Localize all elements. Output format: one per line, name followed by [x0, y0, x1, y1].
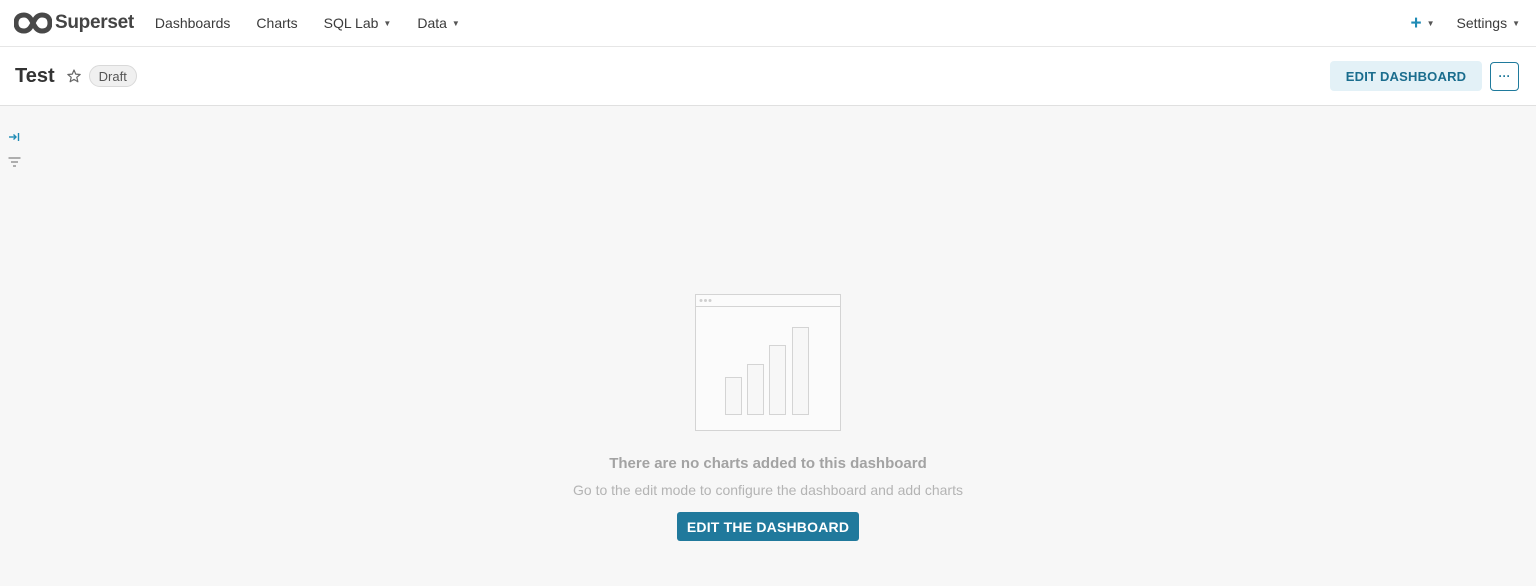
nav-item-label: Data	[417, 15, 447, 31]
settings-label: Settings	[1456, 15, 1508, 31]
brand-logo-link[interactable]: Superset	[14, 12, 134, 34]
status-badge[interactable]: Draft	[88, 65, 137, 87]
header-actions: EDIT DASHBOARD ···	[1330, 61, 1519, 91]
more-options-button[interactable]: ···	[1490, 61, 1519, 91]
filter-icon[interactable]	[8, 156, 21, 168]
star-icon[interactable]	[66, 68, 82, 84]
filter-bar-collapsed	[8, 131, 21, 168]
empty-chart-illustration-icon	[695, 294, 841, 431]
superset-logo-icon	[14, 12, 52, 34]
nav-item-label: SQL Lab	[323, 15, 379, 31]
brand-name: Superset	[55, 12, 134, 33]
nav-item-dashboards[interactable]: Dashboards	[155, 15, 231, 31]
nav-item-data[interactable]: Data ▼	[417, 15, 460, 31]
caret-down-icon: ▼	[383, 18, 392, 28]
empty-state: There are no charts added to this dashbo…	[0, 294, 1536, 541]
dashboard-header: Test Draft EDIT DASHBOARD ···	[0, 47, 1536, 106]
expand-icon[interactable]	[8, 131, 20, 143]
plus-icon: +	[1410, 12, 1422, 34]
nav-item-label: Charts	[256, 15, 298, 31]
new-item-menu[interactable]: + ▼	[1410, 14, 1434, 33]
caret-down-icon: ▼	[1512, 18, 1520, 28]
edit-the-dashboard-button[interactable]: EDIT THE DASHBOARD	[677, 512, 859, 541]
caret-down-icon: ▼	[451, 18, 460, 28]
empty-state-description: Go to the edit mode to configure the das…	[573, 482, 963, 498]
navbar-right: + ▼ Settings ▼	[1410, 0, 1520, 46]
dashboard-title[interactable]: Test	[15, 65, 55, 88]
edit-dashboard-button[interactable]: EDIT DASHBOARD	[1330, 61, 1482, 91]
nav-item-sql-lab[interactable]: SQL Lab ▼	[324, 15, 392, 31]
main-menu: Dashboards Charts SQL Lab ▼ Data ▼	[155, 15, 486, 31]
empty-state-title: There are no charts added to this dashbo…	[609, 455, 927, 472]
nav-item-label: Dashboards	[154, 15, 231, 31]
caret-down-icon: ▼	[1426, 18, 1435, 28]
top-navbar: Superset Dashboards Charts SQL Lab ▼ Dat…	[0, 0, 1536, 47]
nav-item-charts[interactable]: Charts	[256, 15, 297, 31]
settings-menu[interactable]: Settings ▼	[1456, 15, 1520, 31]
